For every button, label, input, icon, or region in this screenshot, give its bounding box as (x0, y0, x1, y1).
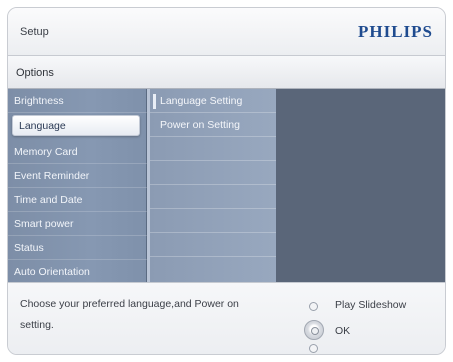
submenu-item-language-setting[interactable]: Language Setting (150, 89, 276, 113)
page-title: Setup (20, 26, 49, 38)
submenu-empty-row (150, 209, 276, 233)
submenu-item-power-on-setting[interactable]: Power on Setting (150, 113, 276, 137)
brand-logo: PHILIPS (357, 22, 433, 41)
menu-item-memory-card[interactable]: Memory Card (8, 140, 147, 164)
menu-item-auto-orientation[interactable]: Auto Orientation (8, 260, 147, 284)
menu-item-smart-power[interactable]: Smart power (8, 212, 147, 236)
submenu-empty-row (150, 161, 276, 185)
footer-bar: Choose your preferred language,and Power… (8, 282, 445, 354)
help-text: Choose your preferred language,and Power… (20, 298, 239, 331)
settings-menu: Brightness Language Memory Card Event Re… (8, 89, 147, 284)
submenu-empty-row (150, 185, 276, 209)
main-area: Brightness Language Memory Card Event Re… (8, 89, 445, 284)
options-bar: Options (8, 56, 445, 89)
menu-item-language[interactable]: Language (12, 115, 140, 136)
header-bar: Setup PHILIPS (8, 8, 445, 56)
detail-panel (279, 89, 445, 282)
menu-item-status[interactable]: Status (8, 236, 147, 260)
submenu-empty-row (150, 233, 276, 257)
ok-radio-icon[interactable] (304, 320, 324, 340)
play-slideshow-label[interactable]: Play Slideshow (335, 299, 406, 311)
setup-screen: Setup PHILIPS Options Brightness Languag… (7, 7, 446, 355)
ok-label[interactable]: OK (335, 325, 350, 337)
play-slideshow-radio-icon[interactable] (309, 302, 318, 311)
device-frame: Setup PHILIPS Options Brightness Languag… (0, 0, 453, 362)
submenu-empty-row (150, 137, 276, 161)
options-label: Options (16, 67, 54, 79)
language-submenu: Language Setting Power on Setting (147, 89, 276, 282)
menu-item-time-and-date[interactable]: Time and Date (8, 188, 147, 212)
menu-item-event-reminder[interactable]: Event Reminder (8, 164, 147, 188)
blank-radio-icon[interactable] (309, 344, 318, 353)
menu-item-brightness[interactable]: Brightness (8, 89, 147, 113)
